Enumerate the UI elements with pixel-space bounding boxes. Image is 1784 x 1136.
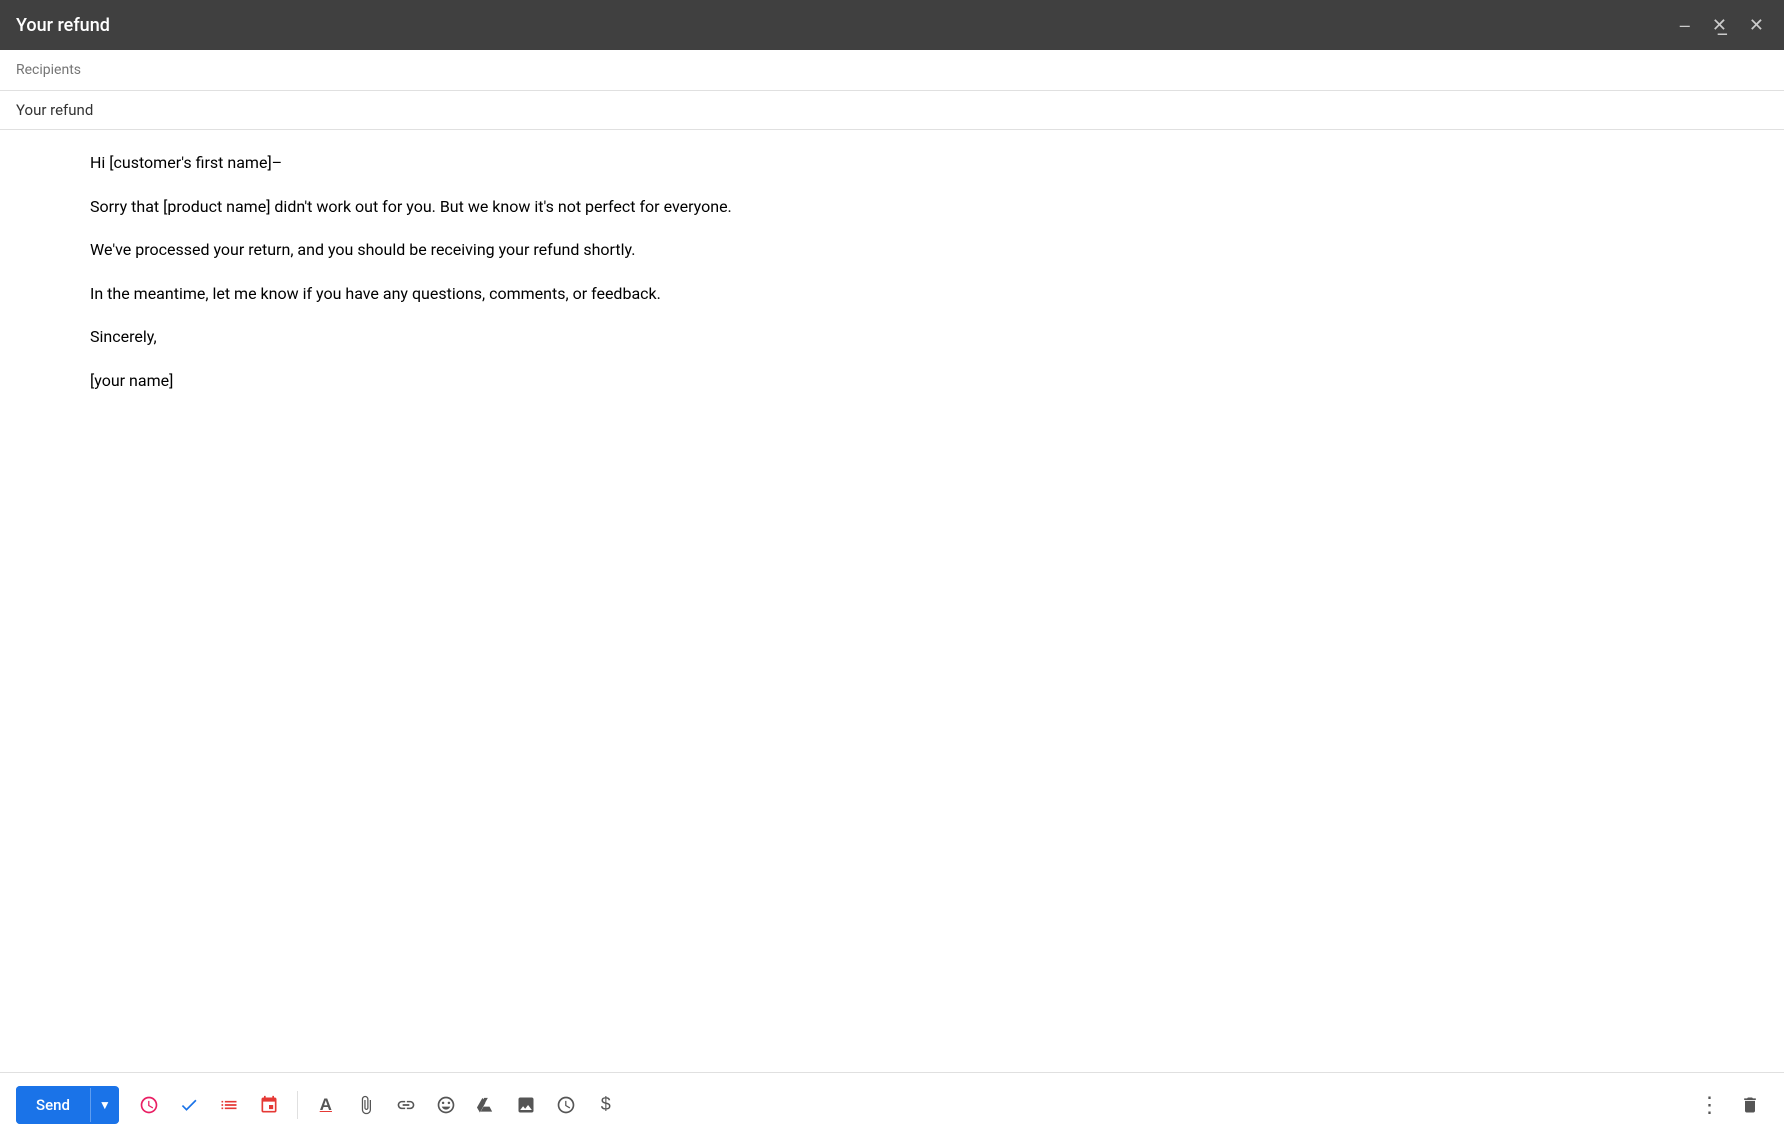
confidential-button[interactable] — [548, 1087, 584, 1123]
tasks-icon — [219, 1095, 239, 1115]
compose-window: Your refund – ✕̲ ✕ Hi [customer's first … — [0, 0, 1784, 1136]
toolbar-divider-1 — [297, 1091, 298, 1119]
title-bar-controls: – ✕̲ ✕ — [1676, 14, 1768, 36]
confidential-icon — [556, 1095, 576, 1115]
signature-icon: $ — [601, 1094, 611, 1115]
image-button[interactable] — [508, 1087, 544, 1123]
resize-button[interactable]: ✕̲ — [1708, 14, 1731, 36]
snooze-button[interactable] — [131, 1087, 167, 1123]
more-options-button[interactable]: ⋮ — [1692, 1087, 1728, 1123]
body-line-3: We've processed your return, and you sho… — [90, 237, 1694, 263]
toolbar: Send ▼ — [0, 1072, 1784, 1136]
subject-input[interactable] — [16, 101, 1768, 119]
window-title: Your refund — [16, 15, 110, 36]
delete-button[interactable] — [1732, 1087, 1768, 1123]
image-icon — [516, 1095, 536, 1115]
tasks-list-button[interactable] — [211, 1087, 247, 1123]
drive-icon — [476, 1095, 496, 1115]
recipients-row — [0, 50, 1784, 91]
title-bar: Your refund – ✕̲ ✕ — [0, 0, 1784, 50]
more-options-icon: ⋮ — [1699, 1092, 1722, 1118]
recipients-input[interactable] — [16, 62, 1768, 78]
send-button-group: Send ▼ — [16, 1086, 119, 1124]
body-area[interactable]: Hi [customer's first name]– Sorry that [… — [0, 130, 1784, 1072]
close-button[interactable]: ✕ — [1745, 14, 1768, 36]
body-line-1: Hi [customer's first name]– — [90, 150, 1694, 176]
drive-button[interactable] — [468, 1087, 504, 1123]
minimize-button[interactable]: – — [1676, 14, 1694, 36]
body-line-2: Sorry that [product name] didn't work ou… — [90, 194, 1694, 220]
subject-row — [0, 91, 1784, 130]
link-icon — [396, 1095, 416, 1115]
send-button[interactable]: Send — [16, 1086, 90, 1124]
delete-icon — [1740, 1095, 1760, 1115]
attach-icon — [356, 1095, 376, 1115]
font-color-icon: A — [320, 1095, 332, 1115]
body-line-5: Sincerely, — [90, 324, 1694, 350]
font-color-button[interactable]: A — [308, 1087, 344, 1123]
task-check-button[interactable] — [171, 1087, 207, 1123]
send-dropdown-button[interactable]: ▼ — [90, 1088, 119, 1122]
snooze-icon — [139, 1095, 159, 1115]
body-line-4: In the meantime, let me know if you have… — [90, 281, 1694, 307]
calendar-button[interactable] — [251, 1087, 287, 1123]
signature-button[interactable]: $ — [588, 1087, 624, 1123]
link-button[interactable] — [388, 1087, 424, 1123]
toolbar-right: ⋮ — [1692, 1087, 1768, 1123]
emoji-icon — [436, 1095, 456, 1115]
body-line-6: [your name] — [90, 368, 1694, 394]
check-icon — [179, 1095, 199, 1115]
send-dropdown-icon: ▼ — [99, 1098, 111, 1112]
attach-button[interactable] — [348, 1087, 384, 1123]
calendar-icon — [259, 1095, 279, 1115]
emoji-button[interactable] — [428, 1087, 464, 1123]
